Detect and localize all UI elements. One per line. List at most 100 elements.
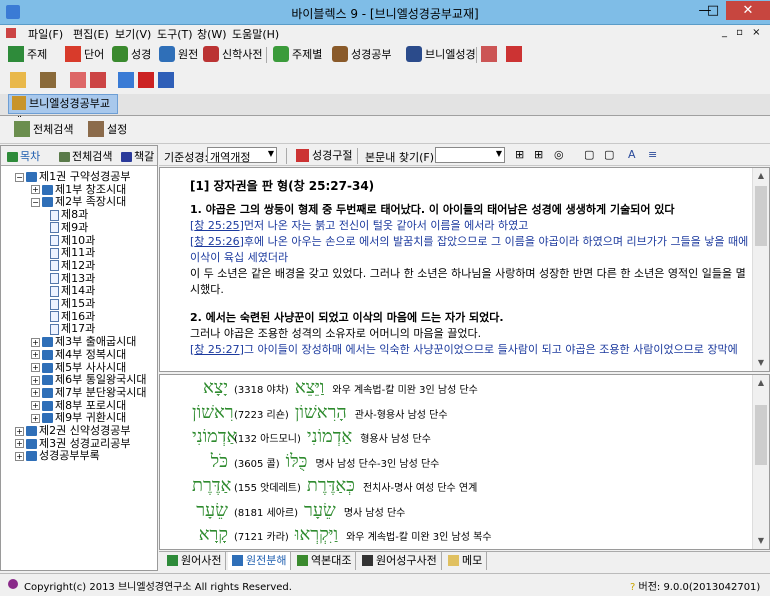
copy-icon[interactable]: ▢: [584, 148, 594, 161]
word-button[interactable]: 단어: [65, 45, 104, 65]
verse-link[interactable]: 창 25:25: [194, 219, 239, 232]
expand-icon[interactable]: +: [31, 363, 40, 372]
bible-study-button[interactable]: 성경공부: [332, 45, 391, 65]
export-icon[interactable]: ▢: [604, 148, 614, 161]
tree-item[interactable]: + 제1부 창조시대: [31, 183, 126, 196]
hebrew-word-row[interactable]: כֹּל (3605 콜) כֻּלּוֹ 명사 남성 단수-3인 남성 단수: [192, 451, 440, 472]
tree-item[interactable]: 제11과: [47, 247, 95, 259]
tab-bookmark[interactable]: 책갈: [121, 148, 154, 164]
tree-item[interactable]: + 제8부 포로시대: [31, 399, 126, 412]
full-search-button[interactable]: 전체검색: [14, 120, 73, 140]
tree-item[interactable]: + 제2권 신약성경공부: [15, 425, 130, 437]
collapse-icon[interactable]: −: [15, 172, 24, 182]
strong-number[interactable]: (8181 세아르): [234, 504, 298, 519]
tree-item[interactable]: + 제4부 정복시대: [31, 348, 126, 361]
tree-item[interactable]: 제14과: [47, 285, 95, 297]
strong-number[interactable]: (3318 야차): [234, 381, 289, 396]
expand-icon[interactable]: +: [15, 451, 24, 461]
verse-compare-button[interactable]: 성경구절: [296, 147, 352, 163]
expand-icon[interactable]: +: [31, 185, 40, 195]
analysis-scrollbar[interactable]: ▲ ▼: [752, 375, 769, 549]
tab-memo[interactable]: 메모: [444, 552, 488, 570]
binoculars-icon[interactable]: ◎: [554, 148, 564, 161]
doc-icon[interactable]: [6, 28, 16, 38]
scroll-up-icon[interactable]: ▲: [753, 168, 769, 184]
hebrew-word-row[interactable]: שֵׂעָר (8181 세아르) שֵׂעָר 명사 남성 단수: [192, 500, 405, 521]
content-scrollbar[interactable]: ▲ ▼: [752, 168, 769, 371]
original-button[interactable]: 원전: [159, 45, 198, 65]
menu-tools[interactable]: 도구(T): [157, 26, 193, 42]
tree-item[interactable]: 제16과: [47, 310, 95, 323]
tree-item[interactable]: − 제1권 구약성경공부: [15, 171, 130, 183]
print-button[interactable]: [481, 45, 500, 65]
tree-item[interactable]: 제15과: [47, 298, 95, 310]
tree-item[interactable]: 제12과: [47, 259, 95, 272]
hebrew-word-row[interactable]: אַדֶּרֶת (155 앗데레트) כְּאַדֶּרֶת 전치사-명사 여성 단…: [192, 475, 477, 496]
strong-number[interactable]: (3605 콜): [234, 455, 280, 470]
mdi-controls[interactable]: _ ▫ ×: [722, 27, 764, 38]
scroll-down-icon[interactable]: ▼: [753, 355, 769, 371]
settings-button[interactable]: 설정: [88, 120, 127, 140]
tab-version-compare[interactable]: 역본대조: [293, 552, 357, 570]
tree-item[interactable]: − 제2부 족장시대: [31, 196, 126, 208]
by-topic-button[interactable]: 주제별: [273, 45, 322, 65]
tab-original-concordance[interactable]: 원어성구사전: [358, 552, 442, 570]
exit-button[interactable]: [506, 45, 525, 65]
book-button[interactable]: [40, 71, 59, 91]
collapse-icon[interactable]: −: [31, 197, 40, 207]
strong-number[interactable]: (132 아드모니): [234, 430, 301, 445]
hebrew-word-row[interactable]: אַדְמוֹנִי(132 아드모니) אַדְמוֹנִי 형용사 남성 단수: [192, 426, 431, 447]
menu-edit[interactable]: 편집(E): [73, 26, 109, 42]
tree-item[interactable]: + 제9부 귀환시대: [31, 412, 126, 424]
tree-item[interactable]: + 제6부 통일왕국시대: [31, 374, 146, 386]
help-button[interactable]: [118, 71, 137, 91]
strong-number[interactable]: (155 앗데레트): [234, 479, 301, 494]
expand-icon[interactable]: +: [31, 401, 40, 411]
doc-button[interactable]: [70, 71, 89, 91]
scroll-thumb[interactable]: [755, 405, 767, 465]
tree-item[interactable]: + 제7부 분단왕국시대: [31, 386, 146, 399]
find-prev-icon[interactable]: ⊞: [515, 148, 524, 161]
bible-button[interactable]: 성경: [112, 45, 151, 65]
menu-file[interactable]: 파일(F): [28, 26, 63, 42]
tab-toc[interactable]: 목차: [7, 148, 40, 164]
tree-item[interactable]: 제13과: [47, 272, 95, 285]
word-doc-button[interactable]: [158, 71, 177, 91]
tab-full-search[interactable]: 전체검색: [59, 148, 112, 164]
verse-link[interactable]: 창 25:27: [194, 343, 239, 356]
hebrew-word-row[interactable]: יָצָא (3318 야차) וַיֵּצֵא 와우 계속법-칼 미완 3인 남성 …: [192, 377, 478, 398]
menu-view[interactable]: 보기(V): [115, 26, 151, 42]
menu-window[interactable]: 창(W): [197, 26, 227, 42]
hebrew-word-row[interactable]: קָרָא (7121 카라) וַיִּקְרְאוּ 와우 계속법-칼 미완 3인…: [192, 524, 492, 545]
tree-item[interactable]: 제17과: [47, 323, 95, 335]
tab-original-analysis[interactable]: 원전분해: [228, 552, 292, 570]
align-icon[interactable]: ≡: [648, 148, 657, 161]
topic-button[interactable]: 주제: [8, 45, 47, 65]
theology-dictionary-button[interactable]: 신학사전: [203, 45, 262, 65]
menu-help[interactable]: 도움말(H): [232, 26, 279, 42]
expand-icon[interactable]: +: [31, 337, 40, 347]
pdf-button[interactable]: [138, 71, 157, 91]
tree-item[interactable]: + 제3권 성경교리공부: [15, 437, 130, 450]
open-button[interactable]: [10, 71, 29, 91]
peniel-bible-button[interactable]: 브니엘성경: [406, 45, 476, 65]
tree-item[interactable]: 제10과: [47, 234, 95, 247]
scroll-thumb[interactable]: [755, 186, 767, 246]
expand-icon[interactable]: +: [15, 439, 24, 449]
tree-item[interactable]: + 제3부 출애굽시대: [31, 336, 136, 348]
doc2-button[interactable]: [90, 71, 109, 91]
version-select[interactable]: 개역개정 ▼: [207, 147, 277, 164]
maximize-button[interactable]: □: [700, 1, 726, 20]
close-button[interactable]: ✕: [726, 1, 770, 20]
strong-number[interactable]: (7223 리숀): [234, 406, 289, 421]
tree-item[interactable]: 제9과: [47, 221, 88, 234]
hebrew-word-row[interactable]: רִאשׁוֹן(7223 리숀) הָרִאשׁוֹן 관사-형용사 남성 단수: [192, 402, 448, 423]
tab-peniel-study[interactable]: 브니엘성경공부교재: [8, 94, 118, 128]
expand-icon[interactable]: +: [31, 388, 40, 398]
tree-item[interactable]: 제8과: [47, 209, 88, 221]
font-icon[interactable]: A: [628, 148, 636, 161]
expand-icon[interactable]: +: [15, 426, 24, 436]
verse-link[interactable]: 창 25:26: [194, 235, 239, 248]
find-input[interactable]: ▼: [435, 147, 505, 163]
expand-icon[interactable]: +: [31, 375, 40, 385]
